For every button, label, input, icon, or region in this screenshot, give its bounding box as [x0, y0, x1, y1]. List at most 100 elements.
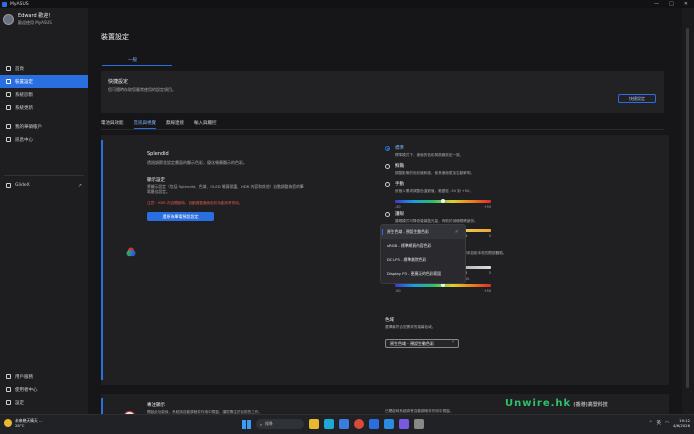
slider-ticks: -50 +50 — [395, 289, 491, 293]
sidebar-item-settings[interactable]: 設定 — [0, 396, 88, 409]
photos-icon[interactable] — [399, 419, 409, 429]
wifi-icon[interactable]: ◠ — [665, 421, 669, 426]
clock[interactable]: 19:12 4/6/2026 — [673, 418, 690, 428]
sidebar-item-user-center[interactable]: 使用者中心 — [0, 383, 88, 396]
restore-defaults-button[interactable]: 還原為筆電預設設定 — [147, 212, 214, 221]
weather-temp: 28°C — [15, 423, 25, 428]
option-label: 鮮豔 — [395, 164, 404, 169]
sidebar-item-label: 設定 — [15, 400, 24, 406]
account-icon — [6, 124, 11, 129]
diagnosis-icon — [6, 92, 11, 97]
user-name: Edward 歡迎！ — [18, 13, 54, 19]
gear-icon — [6, 400, 11, 405]
display-mode-title: 顯示設定 — [147, 178, 165, 183]
taskbar-search[interactable]: ⌕ 搜尋 — [256, 419, 304, 429]
windows-start-icon[interactable] — [242, 419, 251, 429]
radio-icon — [385, 164, 390, 169]
sidebar-item-device-settings[interactable]: 裝置設定 — [0, 75, 88, 88]
splendid-desc: 透過調節並設定畫面的顯示色彩，優化螢幕顯示的色彩。 — [147, 160, 247, 165]
quick-settings-card: 快捷設定 您可隨時存取您最常使用的設定項目。 快捷設定 — [101, 71, 664, 113]
slider-thumb[interactable] — [441, 199, 445, 204]
quick-settings-title: 快捷設定 — [108, 79, 129, 85]
support-icon — [6, 374, 11, 379]
tab-audio-visual[interactable]: 音訊與視覺 — [133, 120, 156, 129]
user-profile[interactable]: Edward 歡迎！ 歡迎使用 MyASUS — [3, 12, 53, 26]
taskbar: 未來幾天晴天 ... 28°C ⌕ 搜尋 ⌃ 英 ◠ 19:12 4/6/202… — [0, 414, 694, 434]
sun-icon — [4, 419, 12, 427]
option-desc: 調整影像的色彩飽和度，使其畫面更加生動鮮明。 — [395, 171, 475, 175]
sidebar-item-glidex[interactable]: GlideX ↗ — [0, 179, 88, 192]
search-placeholder: 搜尋 — [265, 421, 273, 426]
main-content: 裝置設定 一般 快捷設定 您可隨時存取您最常使用的設定項目。 快捷設定 電池與效… — [88, 8, 682, 422]
sidebar-item-label: GlideX — [15, 183, 30, 188]
chrome-icon[interactable] — [354, 419, 364, 429]
radio-icon — [385, 182, 390, 187]
store-icon[interactable] — [339, 419, 349, 429]
file-explorer-icon[interactable] — [309, 419, 319, 429]
search-icon: ⌕ — [260, 421, 263, 427]
splendid-color-icon — [126, 247, 136, 257]
option-desc: 標準模式下，畫面的色彩與原廠設定一致。 — [395, 153, 464, 157]
scrollbar-thumb[interactable] — [686, 28, 689, 388]
edge-icon[interactable] — [324, 419, 334, 429]
option-label: 護眼 — [395, 212, 404, 217]
system-tray: ⌃ 英 ◠ 19:12 4/6/2026 — [649, 418, 690, 428]
sidebar-item-messages[interactable]: 訊息中心 — [0, 133, 88, 146]
option-desc: 依個人需求調整色溫數值，範圍從 -50 到 +50。 — [395, 189, 473, 193]
sidebar-item-label: 用戶服務 — [15, 374, 33, 380]
sidebar-bottom: 用戶服務 使用者中心 設定 — [0, 370, 88, 409]
myasus-icon[interactable] — [369, 419, 379, 429]
weather-widget[interactable]: 未來幾天晴天 ... 28°C — [4, 418, 43, 428]
sidebar-item-home[interactable]: 首頁 — [0, 62, 88, 75]
option-label: 手動 — [395, 182, 404, 187]
gamut-title: 色域 — [385, 318, 394, 323]
mail-icon[interactable] — [384, 419, 394, 429]
chevron-up-icon: ⌃ — [451, 341, 455, 346]
gamut-option-displayp3[interactable]: Display P3 - 更廣泛的色彩範圍 — [381, 267, 465, 281]
tab-general[interactable]: 一般 — [128, 57, 137, 63]
window-title: MyASUS — [10, 1, 29, 7]
quick-settings-button[interactable]: 快捷設定 — [618, 94, 656, 103]
menu-item-label: DCI-P3 - 標準劇院色彩 — [387, 257, 427, 262]
watermark-text: Unwire.hk — [505, 398, 572, 409]
close-button[interactable]: ✕ — [684, 1, 688, 7]
tab-battery-performance[interactable]: 電池與效能 — [101, 120, 124, 129]
update-icon — [6, 105, 11, 110]
user-subtitle: 歡迎使用 MyASUS — [18, 20, 52, 25]
menu-item-label: 原生色域 - 預設生動色彩 — [387, 229, 429, 234]
clock-date: 4/6/2026 — [672, 423, 690, 428]
divider — [4, 175, 84, 176]
taskbar-apps: ⌕ 搜尋 — [242, 419, 424, 429]
sidebar-item-label: 裝置設定 — [15, 79, 33, 85]
scrollbar[interactable] — [682, 8, 694, 414]
input-language[interactable]: 英 — [657, 420, 662, 426]
title-bar: MyASUS — □ ✕ — [0, 0, 694, 8]
sidebar-item-label: 系統更新 — [15, 105, 33, 111]
card-accent — [101, 140, 103, 380]
maximize-button[interactable]: □ — [669, 1, 674, 7]
gamut-option-dcip3[interactable]: DCI-P3 - 標準劇院色彩 — [381, 253, 465, 267]
tab-input-touch[interactable]: 輸入與觸控 — [194, 120, 217, 129]
tab-wireless[interactable]: 無線連接 — [166, 120, 184, 129]
slider-ticks: -50 +50 — [395, 205, 491, 209]
home-icon — [6, 66, 11, 71]
sidebar-item-account[interactable]: 我的華碩帳戶 — [0, 120, 88, 133]
sidebar: Edward 歡迎！ 歡迎使用 MyASUS 首頁 裝置設定 系統診斷 系統更新… — [0, 8, 88, 414]
sidebar-item-support[interactable]: 用戶服務 — [0, 370, 88, 383]
splendid-title: Splendid — [147, 151, 169, 157]
gamut-menu: 原生色域 - 預設生動色彩 ✓ sRGB - 標準網頁內容色彩 DCI-P3 -… — [380, 224, 466, 284]
user-center-icon — [6, 387, 11, 392]
message-icon — [6, 137, 11, 142]
gamut-option-srgb[interactable]: sRGB - 標準網頁內容色彩 — [381, 239, 465, 253]
settings-icon[interactable] — [414, 419, 424, 429]
option-label: 標準 — [395, 146, 404, 151]
minimize-button[interactable]: — — [654, 1, 659, 7]
sidebar-item-label: 使用者中心 — [15, 387, 38, 393]
watermark-logo: Unwire.hk (香港)高登科技 — [505, 398, 608, 409]
category-tabs: 電池與效能 音訊與視覺 無線連接 輸入與觸控 — [101, 120, 217, 129]
sidebar-item-update[interactable]: 系統更新 — [0, 101, 88, 114]
gamut-option-native[interactable]: 原生色域 - 預設生動色彩 ✓ — [381, 225, 465, 239]
gamut-dropdown[interactable]: 原生色域 - 預設生動色彩 ⌃ — [385, 339, 459, 348]
chevron-up-icon[interactable]: ⌃ — [649, 421, 653, 426]
sidebar-item-diagnosis[interactable]: 系統診斷 — [0, 88, 88, 101]
